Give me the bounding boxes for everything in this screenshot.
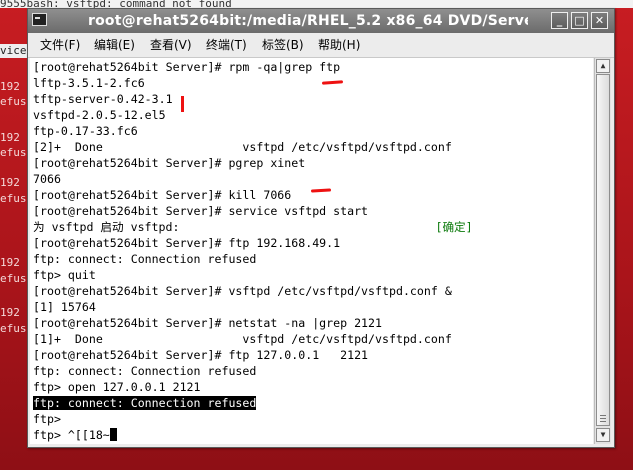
terminal-window[interactable]: root@rehat5264bit:/media/RHEL_5.2 x86_64… xyxy=(27,8,615,448)
menu-tabs[interactable]: 标签(B) xyxy=(262,37,304,53)
title-bar[interactable]: root@rehat5264bit:/media/RHEL_5.2 x86_64… xyxy=(28,9,614,33)
terminal-line: [root@rehat5264bit Server]# ftp 192.168.… xyxy=(33,236,341,250)
terminal-line: 7066 xyxy=(33,172,61,186)
menu-file[interactable]: 文件(F) xyxy=(40,37,80,53)
terminal-line: 为 vsftpd 启动 vsftpd: [确定] xyxy=(33,219,593,235)
terminal-line: tftp-server-0.42-3.1 xyxy=(33,92,173,106)
terminal-line: [root@rehat5264bit Server]# pgrep xinet xyxy=(33,156,306,170)
scrollbar-thumb[interactable] xyxy=(596,74,610,426)
terminal-icon[interactable] xyxy=(32,13,47,26)
terminal-line: ftp> quit xyxy=(33,268,96,282)
red-annotation-bar xyxy=(181,96,184,112)
window-title: root@rehat5264bit:/media/RHEL_5.2 x86_64… xyxy=(88,13,528,29)
vertical-scrollbar[interactable]: ▲ ▼ xyxy=(594,58,611,444)
terminal-line: ftp> open 127.0.0.1 2121 xyxy=(33,380,201,394)
terminal-line: vsftpd-2.0.5-12.el5 xyxy=(33,108,166,122)
terminal-line: ftp: connect: Connection refused xyxy=(33,252,257,266)
terminal-line: lftp-3.5.1-2.fc6 xyxy=(33,76,145,90)
menu-bar: 文件(F) 编辑(E) 查看(V) 终端(T) 标签(B) 帮助(H) xyxy=(28,33,614,58)
terminal-line: [root@rehat5264bit Server]# netstat -na … xyxy=(33,316,383,330)
terminal-line: [root@rehat5264bit Server]# ftp 127.0.0.… xyxy=(33,348,369,362)
menu-edit[interactable]: 编辑(E) xyxy=(94,37,135,53)
terminal-line: ftp-0.17-33.fc6 xyxy=(33,124,138,138)
terminal-line: ftp: connect: Connection refused xyxy=(33,395,593,411)
service-start-text: 为 vsftpd 启动 vsftpd: xyxy=(33,220,180,234)
minimize-button[interactable]: _ xyxy=(551,12,568,29)
menu-view[interactable]: 查看(V) xyxy=(150,37,192,53)
background-top-text: 9555bash: vsftpd: command not found xyxy=(0,0,633,8)
selected-text[interactable]: ftp: connect: Connection refused xyxy=(33,396,257,410)
status-ok-label: [确定] xyxy=(435,220,473,234)
prompt-input[interactable]: ftp> ^[[18~ xyxy=(33,428,110,442)
terminal-line: ftp: connect: Connection refused xyxy=(33,364,257,378)
menu-terminal[interactable]: 终端(T) xyxy=(206,37,247,53)
terminal-line: ftp> xyxy=(33,412,61,426)
close-button[interactable]: ✕ xyxy=(591,12,608,29)
terminal-line: [root@rehat5264bit Server]# rpm -qa|grep… xyxy=(33,60,341,74)
terminal-line: [1] 15764 xyxy=(33,300,96,314)
terminal-line: [2]+ Done vsftpd /etc/vsftpd/vsftpd.conf xyxy=(33,140,452,154)
terminal-prompt-line[interactable]: ftp> ^[[18~ xyxy=(33,427,593,443)
menu-help[interactable]: 帮助(H) xyxy=(318,37,360,53)
terminal-output[interactable]: [root@rehat5264bit Server]# rpm -qa|grep… xyxy=(30,58,593,444)
terminal-line: [root@rehat5264bit Server]# vsftpd /etc/… xyxy=(33,284,452,298)
scroll-up-arrow-icon[interactable]: ▲ xyxy=(596,59,610,73)
terminal-line: [root@rehat5264bit Server]# service vsft… xyxy=(33,204,369,218)
maximize-button[interactable]: □ xyxy=(571,12,588,29)
text-cursor xyxy=(109,428,117,441)
scroll-down-arrow-icon[interactable]: ▼ xyxy=(596,428,610,442)
terminal-line: [1]+ Done vsftpd /etc/vsftpd/vsftpd.conf xyxy=(33,332,452,346)
